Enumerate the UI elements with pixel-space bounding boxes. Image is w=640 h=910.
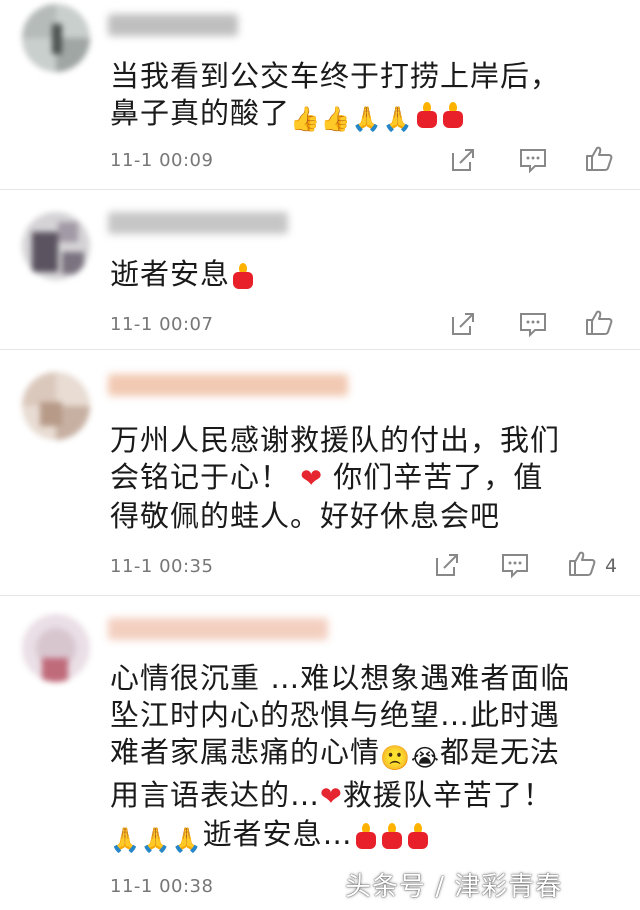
timestamp: 11-1 00:38 <box>110 876 214 897</box>
comment-icon[interactable] <box>518 309 548 339</box>
like-icon[interactable] <box>584 143 614 173</box>
like-icon[interactable] <box>584 307 614 337</box>
timestamp: 11-1 00:09 <box>110 150 214 171</box>
like-count: 4 <box>605 555 618 577</box>
candle-emoji <box>354 823 378 849</box>
heart-emoji: ❤ <box>320 782 343 812</box>
comment-item: 当我看到公交车终于打捞上岸后， 鼻子真的酸了👍👍🙏🙏 11-1 00:09 <box>0 0 640 190</box>
heart-emoji: ❤ <box>300 464 324 494</box>
thumbs-up-emoji: 👍👍🙏🙏 <box>290 105 414 133</box>
candle-emoji <box>441 102 465 128</box>
candle-emoji <box>415 102 439 128</box>
comment-item: 万州人民感谢救援队的付出，我们 会铭记于心！ ❤ 你们辛苦了，值 得敬佩的蛙人。… <box>0 350 640 596</box>
share-icon[interactable] <box>432 550 462 580</box>
username[interactable] <box>108 14 238 36</box>
username[interactable] <box>108 618 328 640</box>
username[interactable] <box>108 374 348 396</box>
comment-item: 逝者安息 11-1 00:07 <box>0 190 640 350</box>
comment-icon[interactable] <box>500 550 530 580</box>
candle-emoji <box>231 263 255 289</box>
avatar[interactable] <box>22 4 90 72</box>
candle-emoji <box>380 823 404 849</box>
praying-hands-emoji: 🙏🙏🙏 <box>110 826 203 854</box>
timestamp: 11-1 00:35 <box>110 556 214 577</box>
candle-emoji <box>406 823 430 849</box>
share-icon[interactable] <box>448 145 478 175</box>
avatar[interactable] <box>22 614 90 682</box>
comment-text: 心情很沉重 …难以想象遇难者面临 坠江时内心的恐惧与绝望…此时遇 难者家属悲痛的… <box>110 660 620 859</box>
watermark: 头条号 / 津彩青春 <box>345 872 563 902</box>
sad-face-emoji: 🙁😭 <box>380 744 440 772</box>
avatar[interactable] <box>22 212 90 280</box>
username[interactable] <box>108 212 288 234</box>
timestamp: 11-1 00:07 <box>110 314 214 335</box>
comment-text: 逝者安息 <box>110 256 620 293</box>
share-icon[interactable] <box>448 309 478 339</box>
comment-icon[interactable] <box>518 145 548 175</box>
avatar[interactable] <box>22 372 90 440</box>
like-icon[interactable] <box>567 548 597 578</box>
comment-text: 当我看到公交车终于打捞上岸后， 鼻子真的酸了👍👍🙏🙏 <box>110 58 620 138</box>
comment-text: 万州人民感谢救援队的付出，我们 会铭记于心！ ❤ 你们辛苦了，值 得敬佩的蛙人。… <box>110 423 561 533</box>
comment-item: 心情很沉重 …难以想象遇难者面临 坠江时内心的恐惧与绝望…此时遇 难者家属悲痛的… <box>0 596 640 910</box>
